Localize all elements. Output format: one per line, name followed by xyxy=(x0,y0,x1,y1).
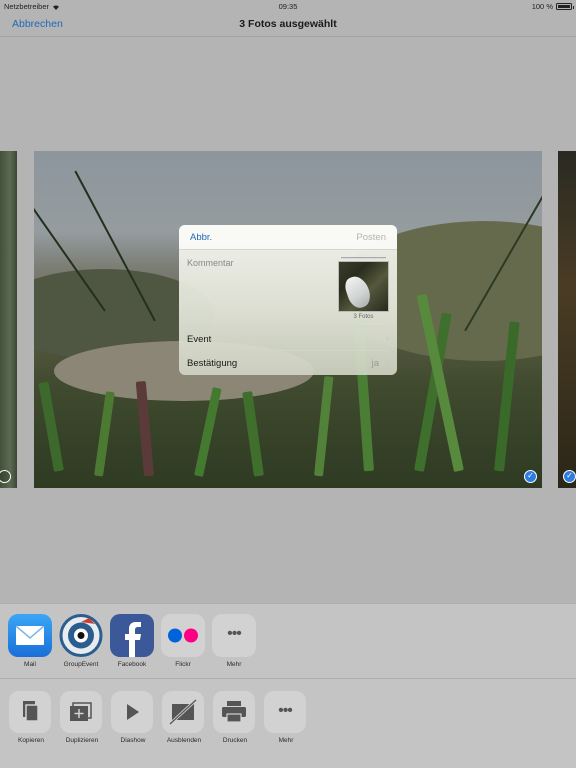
share-groupevent[interactable]: GroupEvent xyxy=(59,614,103,668)
status-time: 09:35 xyxy=(278,2,298,11)
confirmation-value: ja xyxy=(371,358,379,369)
status-bar: Netzbetreiber 09:35 100 % xyxy=(0,0,576,12)
compose-sheet: Abbr. Posten Kommentar 3 Fotos Event › B… xyxy=(179,225,397,375)
mail-label: Mail xyxy=(24,661,36,668)
action-print[interactable]: Drucken xyxy=(213,691,257,744)
print-label: Drucken xyxy=(222,737,248,744)
duplicate-label: Duplizieren xyxy=(65,737,99,744)
mail-icon[interactable] xyxy=(8,614,52,657)
share-apps-row: Mail GroupEvent Facebook Flickr ••• Mehr xyxy=(0,614,576,679)
comment-field[interactable]: Kommentar xyxy=(187,258,234,268)
more-icon[interactable]: ••• xyxy=(212,614,256,657)
play-icon[interactable] xyxy=(111,691,153,733)
groupevent-icon[interactable] xyxy=(59,614,103,657)
chevron-right-icon: › xyxy=(386,333,389,343)
compose-post-button[interactable]: Posten xyxy=(356,232,386,243)
print-icon[interactable] xyxy=(213,691,255,733)
photo-thumbnail xyxy=(338,261,389,312)
share-sheet: Mail GroupEvent Facebook Flickr ••• Mehr… xyxy=(0,603,576,768)
page-title: 3 Fotos ausgewählt xyxy=(239,18,337,30)
action-hide[interactable]: Ausblenden xyxy=(162,691,206,744)
battery-percentage: 100 % xyxy=(531,2,553,11)
photo-left[interactable] xyxy=(0,151,17,488)
compose-cancel-button[interactable]: Abbr. xyxy=(190,232,212,243)
battery-fill xyxy=(558,5,570,8)
checkmark-icon[interactable]: ✓ xyxy=(524,470,537,483)
flickr-label: Flickr xyxy=(175,661,191,668)
confirmation-row[interactable]: Bestätigung ja › xyxy=(187,350,389,374)
thumbnail-caption: 3 Fotos xyxy=(353,314,374,320)
copy-label: Kopieren xyxy=(17,737,45,744)
share-more[interactable]: ••• Mehr xyxy=(212,614,256,668)
checkmark-icon[interactable]: ✓ xyxy=(563,470,576,483)
event-label: Event xyxy=(187,334,212,345)
event-row[interactable]: Event › xyxy=(187,326,389,350)
succulent-leaf xyxy=(314,376,334,477)
share-facebook[interactable]: Facebook xyxy=(110,614,154,668)
facebook-label: Facebook xyxy=(117,661,147,668)
groupevent-label: GroupEvent xyxy=(63,661,99,668)
action-more[interactable]: ••• Mehr xyxy=(264,691,308,744)
hide-icon[interactable] xyxy=(162,691,204,733)
select-circle-icon[interactable] xyxy=(0,470,11,483)
chevron-right-icon: › xyxy=(386,357,389,367)
succulent-leaf xyxy=(38,381,64,472)
compose-header: Abbr. Posten xyxy=(179,225,397,250)
share-mail[interactable]: Mail xyxy=(8,614,52,668)
action-copy[interactable]: Kopieren xyxy=(9,691,53,744)
battery-icon xyxy=(556,3,574,10)
thumbnail-stack xyxy=(341,257,386,259)
slideshow-label: Diashow xyxy=(120,737,146,744)
navigation-bar: Abbrechen 3 Fotos ausgewählt xyxy=(0,12,576,37)
share-flickr[interactable]: Flickr xyxy=(161,614,205,668)
waterfall-image xyxy=(342,273,374,311)
status-right: 100 % xyxy=(531,2,574,11)
succulent-leaf xyxy=(242,391,264,477)
succulent-leaf xyxy=(94,391,115,477)
copy-icon[interactable] xyxy=(9,691,51,733)
share-actions-row: Kopieren Duplizieren Diashow Ausblenden … xyxy=(0,678,576,768)
hide-label: Ausblenden xyxy=(166,737,202,744)
photo-right[interactable]: ✓ xyxy=(558,151,576,488)
action-slideshow[interactable]: Diashow xyxy=(111,691,155,744)
facebook-icon[interactable] xyxy=(110,614,154,657)
more-apps-label: Mehr xyxy=(226,661,242,668)
more-icon[interactable]: ••• xyxy=(264,691,306,733)
more-actions-label: Mehr xyxy=(278,737,294,744)
confirmation-label: Bestätigung xyxy=(187,358,238,369)
flickr-icon[interactable] xyxy=(161,614,205,657)
action-duplicate[interactable]: Duplizieren xyxy=(60,691,104,744)
duplicate-icon[interactable] xyxy=(60,691,102,733)
